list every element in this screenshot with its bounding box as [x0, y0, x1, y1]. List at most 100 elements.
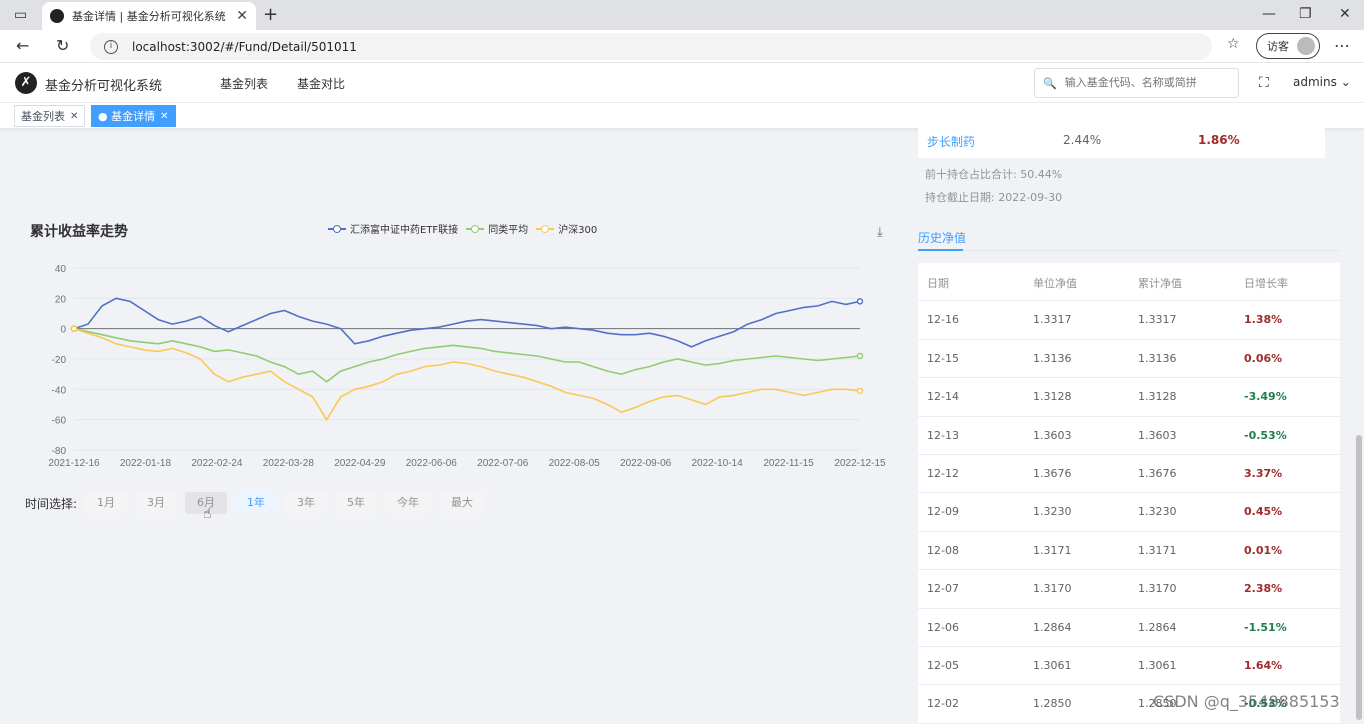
cell-acc: 1.3136 [1138, 351, 1177, 365]
time-max-button[interactable]: 最大 [439, 492, 486, 514]
more-icon[interactable]: ⋯ [1334, 36, 1350, 55]
cell-date: 12-15 [927, 351, 959, 365]
cell-date: 12-06 [927, 620, 959, 634]
cell-date: 12-08 [927, 543, 959, 557]
x-tick-label: 2022-12-15 [834, 458, 886, 469]
time-1y-button[interactable]: 1年 [235, 492, 278, 514]
url-field[interactable]: i localhost:3002/#/Fund/Detail/501011 [90, 33, 1212, 60]
cell-rate: 0.45% [1244, 505, 1283, 519]
browser-tab[interactable]: 基金详情 | 基金分析可视化系统 ✕ [42, 2, 256, 30]
menu-fund-compare[interactable]: 基金对比 [297, 75, 345, 92]
download-icon[interactable]: ⤓ [877, 225, 883, 240]
cell-nav: 1.2864 [1033, 620, 1072, 634]
cell-date: 12-05 [927, 658, 959, 672]
site-info-icon[interactable]: i [104, 39, 118, 54]
cell-acc: 1.2864 [1138, 620, 1177, 634]
tab-title: 基金详情 | 基金分析可视化系统 [72, 10, 226, 23]
col-date-header: 日期 [927, 277, 949, 290]
legend-item-fund[interactable]: 汇添富中证中药ETF联接 [328, 221, 458, 236]
col-acc-header: 累计净值 [1138, 277, 1182, 290]
hold-date: 持仓截止日期: 2022-09-30 [925, 191, 1063, 204]
x-tick-label: 2022-11-15 [763, 458, 814, 469]
guest-profile-button[interactable]: 访客 [1256, 33, 1320, 59]
fullscreen-icon[interactable]: ⛶ [1259, 75, 1269, 91]
table-row: 12-05 1.3061 1.3061 1.64% [918, 647, 1340, 686]
x-tick-label: 2022-06-06 [406, 458, 458, 469]
table-row: 12-15 1.3136 1.3136 0.06% [918, 340, 1340, 379]
time-ytd-button[interactable]: 今年 [385, 492, 432, 514]
table-row: 12-06 1.2864 1.2864 -1.51% [918, 609, 1340, 647]
tag-fund-list[interactable]: 基金列表 ✕ [14, 105, 86, 127]
x-tick-label: 2022-10-14 [692, 458, 744, 469]
holding-change: 1.86% [1198, 133, 1240, 147]
cell-date: 12-09 [927, 505, 959, 519]
user-menu[interactable]: admins ⌄ [1293, 75, 1351, 89]
logo-icon: ✗ [15, 72, 37, 94]
legend-label: 汇添富中证中药ETF联接 [350, 225, 459, 236]
col-rate-header: 日增长率 [1244, 277, 1288, 290]
window-close-icon[interactable]: ✕ [1339, 6, 1351, 22]
table-row: 12-12 1.3676 1.3676 3.37% [918, 455, 1340, 494]
maximize-icon[interactable]: ❐ [1299, 6, 1312, 22]
tag-close-icon[interactable]: ✕ [70, 111, 78, 122]
series-end-point-0 [856, 298, 864, 305]
table-row: 12-09 1.3230 1.3230 0.45% [918, 493, 1340, 532]
time-selector-label: 时间选择: [25, 496, 78, 511]
url-text: localhost:3002/#/Fund/Detail/501011 [132, 39, 357, 54]
cell-rate: 1.64% [1244, 658, 1283, 672]
cell-rate: 1.38% [1244, 313, 1283, 327]
fund-search: 🔍 [1034, 68, 1239, 98]
tab-close-icon[interactable]: ✕ [236, 8, 248, 24]
cell-nav: 1.3230 [1033, 505, 1072, 519]
cell-acc: 1.3317 [1138, 313, 1177, 327]
cell-rate: -3.49% [1244, 390, 1287, 404]
cell-acc: 1.3603 [1138, 428, 1177, 442]
cell-nav: 1.3136 [1033, 351, 1072, 365]
menu-fund-list[interactable]: 基金列表 [220, 75, 268, 92]
legend-item-peer-avg[interactable]: 同类平均 [466, 221, 528, 236]
cell-acc: 1.3128 [1138, 390, 1177, 404]
time-5y-button[interactable]: 5年 [335, 492, 378, 514]
x-tick-label: 2022-04-29 [334, 458, 386, 469]
back-icon[interactable]: ← [16, 36, 29, 55]
series-end-point-2 [856, 387, 864, 395]
address-bar: ← ↻ i localhost:3002/#/Fund/Detail/50101… [0, 30, 1364, 63]
search-icon: 🔍 [1043, 76, 1057, 90]
tab-history-nav[interactable]: 历史净值 [918, 229, 966, 246]
cell-acc: 1.3171 [1138, 543, 1177, 557]
return-trend-chart: 40 20 0 -20 -40 -60 -802021-12-16 2022-01-18 202… [48, 264, 886, 469]
x-tick-label: 2022-09-06 [620, 458, 672, 469]
cell-rate: 2.38% [1244, 582, 1283, 596]
table-row: 12-08 1.3171 1.3171 0.01% [918, 532, 1340, 571]
col-nav-header: 单位净值 [1033, 277, 1077, 290]
tab-divider [918, 250, 1340, 251]
tab-actions-icon[interactable]: ▭ [14, 7, 27, 23]
holding-name[interactable]: 步长制药 [927, 133, 975, 150]
x-tick-label: 2022-03-28 [263, 458, 315, 469]
cell-rate: -1.51% [1244, 620, 1287, 634]
tab-active-indicator [918, 249, 963, 251]
legend-item-hs300[interactable]: 沪深300 [536, 221, 597, 236]
chevron-down-icon: ⌄ [1340, 75, 1351, 89]
cell-rate: -0.53% [1244, 428, 1287, 442]
favorites-icon[interactable]: ☆ [1227, 36, 1240, 52]
new-tab-icon[interactable]: + [263, 4, 278, 25]
table-row: 12-13 1.3603 1.3603 -0.53% [918, 417, 1340, 455]
time-3m-button[interactable]: 3月 [135, 492, 178, 514]
holding-ratio: 2.44% [1063, 133, 1102, 147]
scrollbar[interactable] [1356, 435, 1362, 720]
series-line-0 [73, 297, 861, 348]
time-3y-button[interactable]: 3年 [285, 492, 328, 514]
tag-close-icon[interactable]: ✕ [160, 111, 168, 122]
cell-rate: 0.01% [1244, 543, 1283, 557]
minimize-icon[interactable]: — [1262, 6, 1276, 22]
time-1m-button[interactable]: 1月 [85, 492, 128, 514]
cell-rate: 0.06% [1244, 351, 1283, 365]
tag-fund-detail[interactable]: ● 基金详情 ✕ [91, 105, 176, 127]
x-tick-label: 2022-08-05 [549, 458, 601, 469]
refresh-icon[interactable]: ↻ [56, 36, 69, 55]
cell-nav: 1.3676 [1033, 466, 1072, 480]
legend-label: 同类平均 [488, 225, 529, 236]
table-row: 12-16 1.3317 1.3317 1.38% [918, 301, 1340, 340]
search-input[interactable] [1064, 77, 1235, 89]
